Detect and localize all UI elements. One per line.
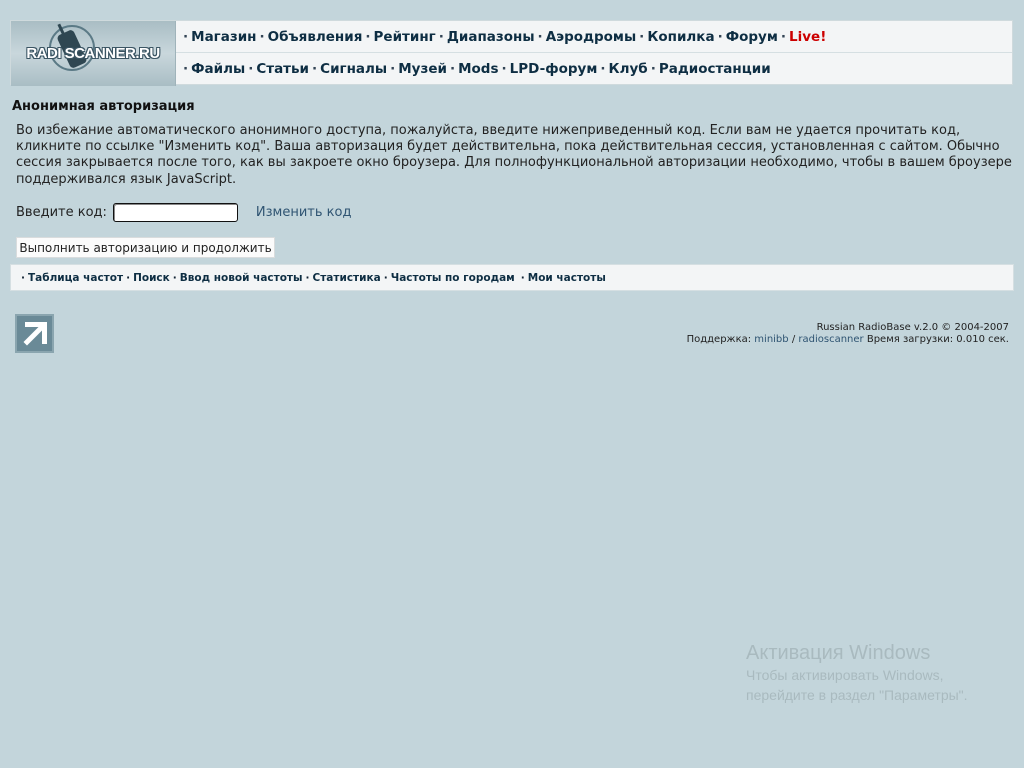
nav-separator: · <box>390 60 396 77</box>
subnav-link-frequency-table[interactable]: Таблица частот <box>28 272 123 284</box>
watermark-line-1: Чтобы активировать Windows, <box>746 667 944 683</box>
load-time: Время загрузки: 0.010 сек. <box>866 334 1009 345</box>
page-title: Анонимная авторизация <box>12 99 195 114</box>
nav-link-piggybank[interactable]: Копилка <box>647 29 714 45</box>
windows-activation-watermark: Активация Windows Чтобы активировать Win… <box>746 641 968 705</box>
code-label: Введите код: <box>16 204 107 220</box>
nav-link-articles[interactable]: Статьи <box>256 61 309 77</box>
main-nav-row-1: · Магазин · Объявления · Рейтинг · Диапа… <box>176 21 1012 52</box>
nav-link-files[interactable]: Файлы <box>191 61 245 77</box>
nav-separator: · <box>312 60 318 77</box>
support-label: Поддержка: <box>686 334 752 345</box>
nav-separator: · <box>537 28 543 45</box>
nav-link-museum[interactable]: Музей <box>398 61 447 77</box>
nav-link-ranges[interactable]: Диапазоны <box>447 29 535 45</box>
nav-separator: · <box>639 28 645 45</box>
nav-link-signals[interactable]: Сигналы <box>320 61 387 77</box>
arrow-up-right-icon[interactable] <box>15 314 54 353</box>
nav-link-club[interactable]: Клуб <box>609 61 648 77</box>
radioscanner-link[interactable]: radioscanner <box>798 334 863 345</box>
nav-separator: · <box>126 271 131 284</box>
change-code-link[interactable]: Изменить код <box>256 205 352 220</box>
subnav-link-my-frequencies[interactable]: Мои частоты <box>528 272 606 284</box>
support-slash: / <box>791 334 796 345</box>
nav-separator: · <box>21 271 25 284</box>
submit-auth-button[interactable]: Выполнить авторизацию и продолжить <box>16 237 275 258</box>
support-line: Поддержка: minibb / radioscanner Время з… <box>687 334 1009 346</box>
nav-separator: · <box>305 271 310 284</box>
nav-separator: · <box>780 28 787 45</box>
nav-separator: · <box>183 60 189 77</box>
subnav-link-statistics[interactable]: Статистика <box>313 272 381 284</box>
nav-separator: · <box>650 60 656 77</box>
code-row: Введите код: Изменить код <box>16 202 351 222</box>
nav-separator: · <box>449 60 456 77</box>
nav-link-radio-stations[interactable]: Радиостанции <box>659 61 771 77</box>
main-nav-row-2: · Файлы · Статьи · Сигналы · Музей · Mod… <box>176 52 1012 84</box>
code-input[interactable] <box>112 202 238 222</box>
auth-description: Во избежание автоматического анонимного … <box>16 123 1012 187</box>
nav-link-rating[interactable]: Рейтинг <box>374 29 436 45</box>
nav-separator: · <box>717 28 723 45</box>
subnav-link-city-frequencies[interactable]: Частоты по городам <box>391 272 515 284</box>
watermark-title: Активация Windows <box>746 642 931 664</box>
watermark-line-2: перейдите в раздел "Параметры". <box>746 687 968 703</box>
nav-separator: · <box>438 28 444 45</box>
nav-separator: · <box>259 28 265 45</box>
nav-link-ads[interactable]: Объявления <box>268 29 363 45</box>
nav-link-lpd-forum[interactable]: LPD-форум <box>510 61 598 77</box>
footer-info: Russian RadioBase v.2.0 © 2004-2007 Подд… <box>687 322 1009 346</box>
nav-separator: · <box>172 271 177 284</box>
subnav-link-add-frequency[interactable]: Ввод новой частоты <box>180 272 303 284</box>
subnav-link-search[interactable]: Поиск <box>133 272 170 284</box>
nav-separator: · <box>501 60 507 77</box>
nav-separator: · <box>183 28 189 45</box>
nav-separator: · <box>600 60 606 77</box>
main-nav: · Магазин · Объявления · Рейтинг · Диапа… <box>176 21 1012 84</box>
nav-separator: · <box>365 28 371 45</box>
nav-link-live[interactable]: Live! <box>789 29 826 45</box>
nav-link-mods[interactable]: Mods <box>458 61 498 77</box>
nav-link-airfields[interactable]: Аэродромы <box>546 29 636 45</box>
logo-text: RADI SCANNER.RU <box>26 45 160 62</box>
site-header: RADI SCANNER.RU · Магазин · Объявления ·… <box>10 20 1013 86</box>
nav-separator: · <box>520 271 525 284</box>
site-logo[interactable]: RADI SCANNER.RU <box>11 21 176 86</box>
copyright-text: Russian RadioBase v.2.0 © 2004-2007 <box>816 322 1009 333</box>
nav-separator: · <box>383 271 388 284</box>
nav-separator: · <box>248 60 254 77</box>
minibb-link[interactable]: minibb <box>754 334 788 345</box>
nav-link-forum[interactable]: Форум <box>726 29 778 45</box>
nav-link-shop[interactable]: Магазин <box>191 29 256 45</box>
arrow-up-right-icon-svg <box>23 321 47 345</box>
sub-nav: · Таблица частот · Поиск · Ввод новой ча… <box>10 264 1014 291</box>
